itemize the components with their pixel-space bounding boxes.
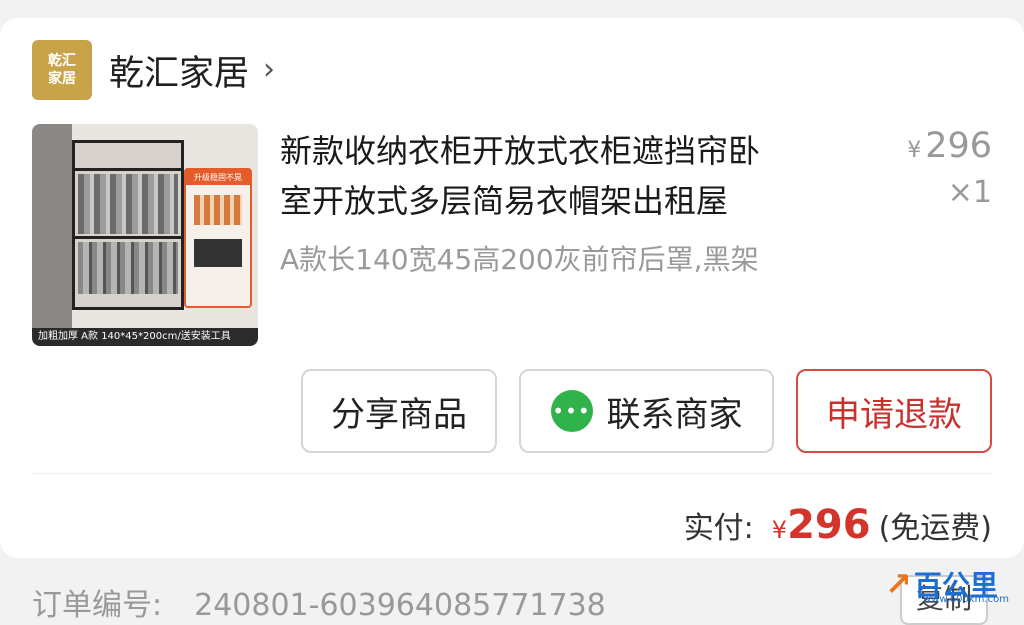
order-number-label: 订单编号: <box>32 588 163 623</box>
thumb-panel-board <box>194 195 242 225</box>
shop-logo: 乾汇 家居 <box>32 40 92 100</box>
order-number-row: 订单编号: 240801-603964085771738 <box>32 580 606 624</box>
chevron-right-icon[interactable]: › <box>263 55 275 85</box>
thumb-shelf-mid <box>72 236 184 239</box>
thumb-clothes-bottom <box>78 242 178 294</box>
watermark-url: www.600km.com <box>923 594 1009 605</box>
thumb-clothes-top <box>78 174 178 234</box>
product-title-line2: 室开放式多层简易衣帽架出租屋 <box>280 182 729 220</box>
shipping-note: (免运费) <box>878 511 992 546</box>
product-title[interactable]: 新款收纳衣柜开放式衣柜遮挡帘卧 室开放式多层简易衣帽架出租屋 <box>280 126 880 226</box>
shop-name[interactable]: 乾汇家居 <box>109 45 249 96</box>
unit-price: ¥296 ×1 <box>907 124 992 213</box>
order-number-value: 240801-603964085771738 <box>194 588 606 623</box>
contact-merchant-label: 联系商家 <box>606 394 743 435</box>
thumb-curtain <box>32 124 72 329</box>
thumb-feature-panel: 升级稳固不晃 <box>184 168 252 308</box>
amount-paid-currency: ¥ <box>771 516 788 544</box>
price-value: 296 <box>925 126 992 166</box>
divider <box>32 473 992 474</box>
share-product-button[interactable]: 分享商品 <box>301 369 497 453</box>
shop-logo-line1: 乾汇 <box>48 53 76 69</box>
amount-paid-label: 实付: <box>683 511 754 546</box>
quantity: ×1 <box>947 175 992 210</box>
amount-paid: 实付: ¥ 296 (免运费) <box>684 502 992 548</box>
product-spec: A款长140宽45高200灰前帘后罩,黑架 <box>280 243 759 276</box>
contact-merchant-button[interactable]: ••• 联系商家 <box>519 369 774 453</box>
chat-bubble-icon: ••• <box>550 390 593 432</box>
watermark-arrow-icon: ↗ <box>885 565 912 603</box>
price-line: ¥296 <box>907 124 992 173</box>
thumb-tag: 升级稳固不晃 <box>186 170 250 185</box>
thumb-caption: 加粗加厚 A款 140*45*200cm/送安装工具 <box>32 328 258 346</box>
thumb-shelf-top <box>72 168 184 171</box>
price-currency: ¥ <box>907 138 922 163</box>
order-card: 乾汇 家居 乾汇家居 › 升级稳固不晃 加粗加厚 A款 140*45*200cm… <box>0 18 1024 558</box>
shop-logo-line2: 家居 <box>48 71 76 87</box>
amount-paid-value: 296 <box>787 502 871 548</box>
product-thumbnail[interactable]: 升级稳固不晃 加粗加厚 A款 140*45*200cm/送安装工具 <box>32 124 258 346</box>
thumb-panel-steel <box>194 239 242 267</box>
product-title-line1: 新款收纳衣柜开放式衣柜遮挡帘卧 <box>280 132 761 170</box>
request-refund-button[interactable]: 申请退款 <box>796 369 992 453</box>
shop-header[interactable]: 乾汇 家居 乾汇家居 › <box>32 40 275 100</box>
watermark-logo: ↗ 百公里 www.600km.com <box>885 560 1020 608</box>
